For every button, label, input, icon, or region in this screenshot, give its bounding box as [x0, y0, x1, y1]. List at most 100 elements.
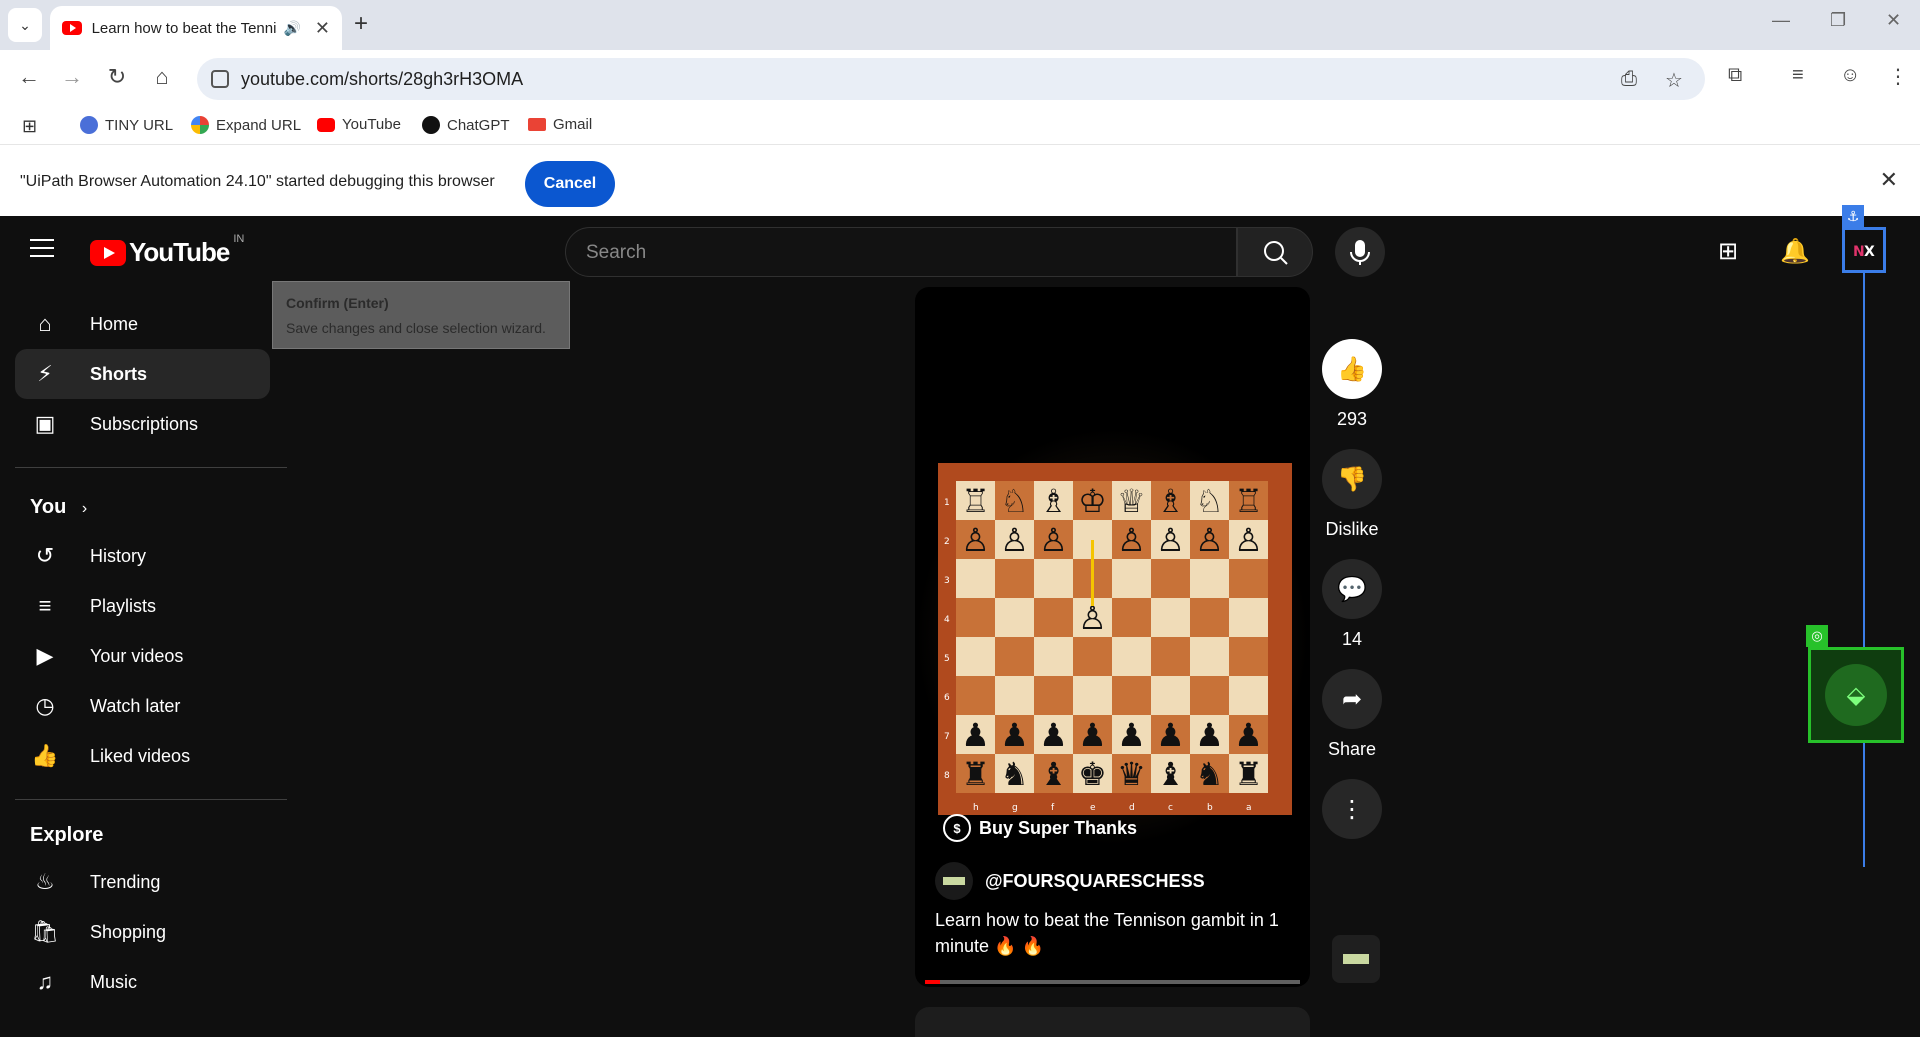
home-icon[interactable]: ⌂: [147, 64, 177, 90]
comments-action[interactable]: 💬 14: [1322, 559, 1382, 650]
uipath-anchor-box[interactable]: NX: [1842, 227, 1886, 273]
channel-handle[interactable]: @FOURSQUARESCHESS: [985, 871, 1205, 892]
voice-search-button[interactable]: [1335, 227, 1385, 277]
bookmark-star-icon[interactable]: ☆: [1665, 68, 1683, 93]
share-button[interactable]: ➦: [1322, 669, 1382, 729]
install-app-icon[interactable]: ⎙: [1621, 68, 1637, 91]
tab-title: Learn how to beat the Tennison gambit in…: [91, 19, 278, 37]
nav-liked-videos[interactable]: 👍 Liked videos: [15, 731, 270, 781]
black-piece: ♞: [1000, 755, 1029, 793]
board-square: [1151, 676, 1190, 715]
share-arrow-icon: ➦: [1341, 685, 1363, 713]
board-square: [1112, 637, 1151, 676]
explore-heading: Explore: [30, 824, 104, 846]
channel-info[interactable]: @FOURSQUARESCHESS: [935, 862, 1205, 900]
board-square: [1190, 676, 1229, 715]
board-square: [1151, 559, 1190, 598]
more-vertical-icon: ⋮: [1340, 795, 1364, 823]
dislike-action[interactable]: 👎 Dislike: [1322, 449, 1382, 540]
rank-label: 4: [944, 615, 950, 625]
more-options-button[interactable]: ⋮: [1322, 779, 1382, 839]
forward-icon[interactable]: →: [57, 64, 87, 90]
chess-board-video: 1 2 3 4 5 6 7 8 h g f e d c b a ♖ ♙ ♟ ♜ ♘ ♙ ♟ ♞ ♗ ♙ ♟ ♝ ♔ ♟ ♚ ♕ ♙ ♟ ♛ ♗ ♙ ♟ ♝ ♘…: [938, 463, 1292, 815]
site-info-icon[interactable]: [211, 70, 229, 88]
media-control-icon[interactable]: ≡: [1792, 64, 1804, 87]
board-square: [1112, 676, 1151, 715]
nav-watch-later[interactable]: ◷ Watch later: [15, 681, 270, 731]
chrome-menu-icon[interactable]: ⋮: [1888, 64, 1908, 89]
extensions-icon[interactable]: ⧉: [1728, 64, 1742, 87]
close-window-icon[interactable]: ✕: [1886, 10, 1901, 31]
url-text[interactable]: youtube.com/shorts/28gh3rH3OMA: [241, 69, 523, 90]
chatgpt-icon: [422, 116, 440, 134]
board-square: [1034, 637, 1073, 676]
nav-shorts[interactable]: ⚡ Shorts: [15, 349, 270, 399]
chess-board-image: 12345678h g f e d c b a♖♙♟♜♘♙♟♞♗♙♟♝♔♟♚♕♙♟♛♗♙♟♝♘…: [944, 481, 1268, 813]
search-input[interactable]: Search: [565, 227, 1237, 277]
nav-music[interactable]: ♫ Music: [15, 957, 270, 1007]
more-actions[interactable]: ⋮: [1322, 779, 1382, 839]
address-bar[interactable]: youtube.com/shorts/28gh3rH3OMA ⎙ ☆: [197, 58, 1705, 100]
share-action[interactable]: ➦ Share: [1322, 669, 1382, 760]
bookmark-tiny-url[interactable]: TINY URL: [80, 116, 173, 134]
bookmark-chatgpt[interactable]: ChatGPT: [422, 116, 510, 134]
tab-search-dropdown[interactable]: ⌄: [8, 8, 42, 42]
nav-your-videos[interactable]: ▶ Your videos: [15, 631, 270, 681]
board-square: [1112, 559, 1151, 598]
nav-home[interactable]: ⌂ Home: [15, 299, 270, 349]
close-infobar-icon[interactable]: ✕: [1880, 167, 1898, 193]
board-square: [1229, 637, 1268, 676]
dislike-button[interactable]: 👎: [1322, 449, 1382, 509]
rank-label: 3: [944, 576, 950, 586]
board-square: [956, 676, 995, 715]
board-square: [956, 559, 995, 598]
like-count: 293: [1336, 409, 1368, 429]
gmail-icon: [528, 118, 546, 131]
youtube-page: YouTube IN Search ⊞ 🔔 ⌂ Home ⚡ Shorts ▣ Sub…: [0, 205, 1920, 1037]
progress-bar[interactable]: [925, 980, 1300, 984]
comments-button[interactable]: 💬: [1322, 559, 1382, 619]
channel-avatar[interactable]: [935, 862, 973, 900]
file-label: e: [1090, 803, 1096, 813]
nav-shopping[interactable]: 🛍 Shopping: [15, 907, 270, 957]
nav-trending[interactable]: ♨ Trending: [15, 857, 270, 907]
search-button[interactable]: [1237, 227, 1313, 277]
nav-subscriptions[interactable]: ▣ Subscriptions: [15, 399, 270, 449]
you-section-link[interactable]: You ›: [30, 496, 87, 519]
black-piece: ♝: [1039, 755, 1068, 793]
next-short-preview[interactable]: [915, 1007, 1310, 1037]
profile-avatar-icon[interactable]: ☺: [1840, 64, 1860, 87]
youtube-logo[interactable]: YouTube IN: [90, 233, 244, 268]
board-square: [1229, 598, 1268, 637]
like-action[interactable]: 👍 293: [1322, 339, 1382, 430]
restore-icon[interactable]: ❐: [1830, 10, 1846, 31]
white-pawn: ♙: [1039, 521, 1068, 559]
bookmark-gmail[interactable]: Gmail: [528, 116, 592, 133]
board-square: [995, 676, 1034, 715]
like-button[interactable]: 👍: [1322, 339, 1382, 399]
music-note-icon: ♫: [36, 969, 54, 994]
bookmark-expand-url[interactable]: Expand URL: [191, 116, 301, 134]
apps-grid-icon[interactable]: ⊞: [22, 116, 37, 137]
shorts-player[interactable]: 1 2 3 4 5 6 7 8 h g f e d c b a ♖ ♙ ♟ ♜ ♘ ♙ ♟ ♞ ♗ ♙ ♟ ♝ ♔ ♟ ♚ ♕ ♙ ♟ ♛ ♗ ♙ ♟ ♝ ♘…: [915, 287, 1310, 987]
nav-divider: [15, 799, 287, 800]
cancel-debugging-button[interactable]: Cancel: [525, 161, 615, 207]
minimize-icon[interactable]: —: [1772, 10, 1790, 31]
active-tab[interactable]: Learn how to beat the Tennison gambit in…: [50, 6, 342, 50]
super-thanks-button[interactable]: $ Buy Super Thanks: [943, 814, 1137, 842]
notifications-bell-icon[interactable]: 🔔: [1780, 237, 1810, 266]
create-video-icon[interactable]: ⊞: [1718, 237, 1738, 266]
close-tab-icon[interactable]: ✕: [315, 18, 330, 39]
tiny-url-icon: [80, 116, 98, 134]
reload-icon[interactable]: ↻: [102, 64, 132, 90]
new-tab-button[interactable]: +: [354, 10, 368, 38]
audio-playing-icon[interactable]: 🔊: [283, 20, 300, 37]
nav-history[interactable]: ↺ History: [15, 531, 270, 581]
guide-menu-icon[interactable]: [30, 239, 54, 257]
channel-thumbnail[interactable]: [1332, 935, 1380, 983]
bookmark-youtube[interactable]: YouTube: [317, 116, 401, 133]
board-square: [1229, 676, 1268, 715]
nav-playlists[interactable]: ≡ Playlists: [15, 581, 270, 631]
back-icon[interactable]: ←: [14, 64, 44, 90]
uipath-target-box[interactable]: ⬙: [1808, 647, 1904, 743]
